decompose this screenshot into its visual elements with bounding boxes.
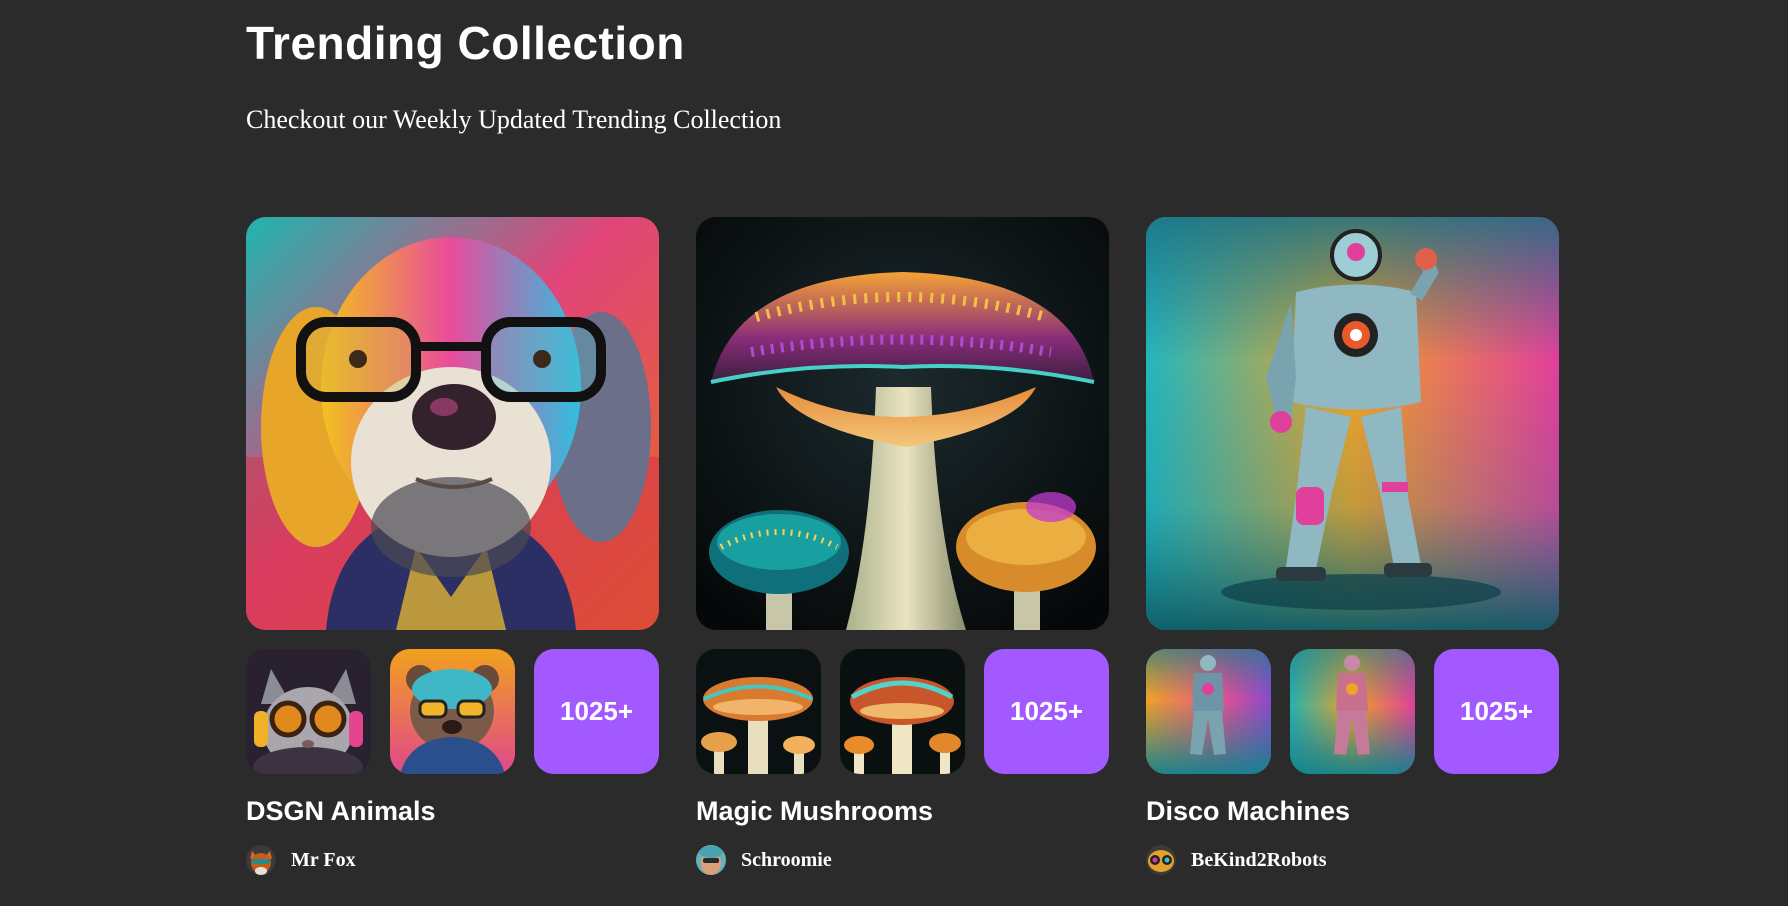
collection-hero-image[interactable] [1146,217,1559,630]
collection-thumbnail[interactable] [246,649,371,774]
section-subtitle: Checkout our Weekly Updated Trending Col… [246,105,782,134]
more-items-button[interactable]: 1025+ [1434,649,1559,774]
collection-thumbnails: 1025+ [1146,649,1559,774]
collection-thumbnails: 1025+ [696,649,1109,774]
artist-name[interactable]: Schroomie [741,849,832,872]
collection-name[interactable]: DSGN Animals [246,793,436,829]
collection-card-magic-mushrooms[interactable]: 1025+ Magic Mushrooms Schroomie [696,217,1109,887]
collection-card-disco-machines[interactable]: 1025+ Disco Machines BeKind2Robots [1146,217,1559,887]
collection-thumbnail[interactable] [840,649,965,774]
artist-avatar [246,845,276,875]
artist-avatar [1146,845,1176,875]
artist-link[interactable]: Schroomie [696,843,832,877]
more-items-button[interactable]: 1025+ [534,649,659,774]
collection-cards: 1025+ DSGN Animals Mr Fox 1025+ Magic Mu… [246,217,1559,897]
artist-name[interactable]: BeKind2Robots [1191,849,1327,872]
collection-thumbnail[interactable] [390,649,515,774]
collection-card-dsgn-animals[interactable]: 1025+ DSGN Animals Mr Fox [246,217,659,887]
collection-thumbnail[interactable] [1290,649,1415,774]
artist-link[interactable]: BeKind2Robots [1146,843,1327,877]
section-title: Trending Collection [246,17,685,69]
collection-thumbnails: 1025+ [246,649,659,774]
collection-hero-image[interactable] [696,217,1109,630]
artist-avatar [696,845,726,875]
collection-name[interactable]: Magic Mushrooms [696,793,933,829]
collection-thumbnail[interactable] [1146,649,1271,774]
more-items-button[interactable]: 1025+ [984,649,1109,774]
artist-name[interactable]: Mr Fox [291,849,356,872]
collection-hero-image[interactable] [246,217,659,630]
collection-name[interactable]: Disco Machines [1146,793,1350,829]
artist-link[interactable]: Mr Fox [246,843,356,877]
collection-thumbnail[interactable] [696,649,821,774]
